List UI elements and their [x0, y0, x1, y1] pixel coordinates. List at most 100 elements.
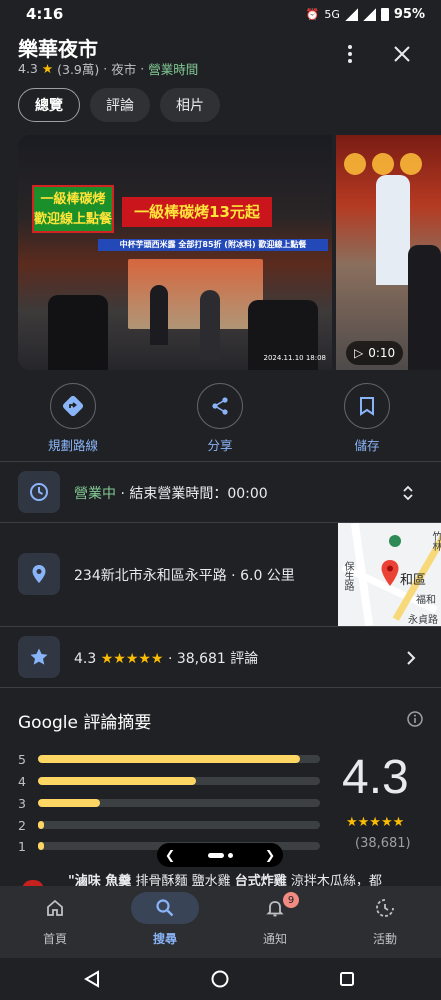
- share-label: 分享: [207, 438, 233, 453]
- directions-button[interactable]: 規劃路線: [28, 383, 118, 454]
- place-title: 樂華夜市: [18, 37, 98, 61]
- alarm-icon: ⏰: [305, 7, 320, 21]
- rating-bar-row[interactable]: 4: [18, 773, 320, 789]
- play-icon: ▷: [354, 346, 364, 360]
- address-distance: 6.0 公里: [240, 568, 295, 584]
- close-icon[interactable]: [390, 42, 414, 66]
- rating-bar-track: [38, 799, 320, 807]
- transit-icon: [388, 533, 402, 552]
- nav-notifications-label: 通知: [262, 932, 287, 946]
- tab-photos[interactable]: 相片: [160, 88, 220, 122]
- rating-bar-label: 3: [18, 795, 26, 811]
- map-label: 福和: [416, 595, 436, 606]
- save-button[interactable]: 儲存: [322, 383, 412, 454]
- separator-dot: ·: [116, 486, 130, 502]
- reviews-text: 4.3 ★★★★★ · 38,681 評論: [74, 648, 258, 668]
- photo-video[interactable]: [336, 135, 441, 370]
- battery-icon: [380, 7, 389, 21]
- rating-bar-row[interactable]: 5: [18, 751, 320, 767]
- expand-icon[interactable]: [402, 484, 414, 506]
- hours-text: 營業中 · 結束營業時間：00:00: [74, 483, 268, 503]
- address-line: 234新北市永和區永平路: [74, 568, 227, 584]
- chevron-left-icon[interactable]: ❮: [165, 848, 175, 862]
- recents-icon[interactable]: [333, 965, 361, 993]
- pager-dot-active: [207, 852, 224, 858]
- separator-dot: ·: [167, 651, 177, 667]
- rating-bar-label: 4: [18, 773, 26, 789]
- nav-search-label: 搜尋: [152, 932, 177, 946]
- photo-person: [200, 290, 220, 360]
- photo-lantern: [372, 153, 394, 175]
- bookmark-icon: [344, 383, 390, 429]
- nav-home-label: 首頁: [42, 932, 67, 946]
- nav-activity[interactable]: 活動: [330, 886, 440, 947]
- chevron-right-icon[interactable]: [406, 650, 416, 669]
- clock-icon: [18, 471, 60, 513]
- rating-bar-fill: [38, 821, 44, 829]
- tab-overview[interactable]: 總覽: [18, 88, 80, 122]
- rating-bar-track: [38, 821, 320, 829]
- divider: [0, 687, 441, 688]
- star-icon: ★: [41, 61, 54, 76]
- info-icon[interactable]: [407, 711, 423, 731]
- chevron-right-icon[interactable]: ❯: [265, 848, 275, 862]
- separator-dot: ·: [103, 61, 108, 76]
- place-review-count: (3.9萬): [57, 62, 100, 77]
- reviews-row[interactable]: 4.3 ★★★★★ · 38,681 評論: [0, 627, 441, 687]
- photo-stall: [128, 259, 263, 329]
- reviews-count: 38,681 評論: [176, 651, 259, 667]
- photo-person: [408, 245, 441, 370]
- nav-home[interactable]: 首頁: [0, 886, 110, 947]
- signal-icon-2: [362, 7, 376, 21]
- home-button-icon[interactable]: [206, 965, 234, 993]
- carousel-pager[interactable]: ❮ ❯: [157, 843, 283, 867]
- star-icon: [18, 636, 60, 678]
- nav-notifications[interactable]: 9 通知: [220, 886, 330, 947]
- photo-main[interactable]: 一級棒碳烤 歡迎線上點餐 一級棒碳烤13元起 中杯芋頭西米露 全部打85折 (附…: [18, 135, 332, 370]
- status-icons: ⏰ 5G 95%: [306, 7, 425, 22]
- hours-detail: 結束營業時間：00:00: [129, 486, 268, 502]
- rating-bar-track: [38, 755, 320, 763]
- rating-bar-label: 2: [18, 817, 26, 833]
- nav-activity-label: 活動: [372, 932, 397, 946]
- photo-person: [150, 285, 168, 345]
- photo-lantern: [400, 153, 422, 175]
- place-open-state[interactable]: 營業時間: [148, 59, 198, 78]
- rating-bar-fill: [38, 842, 44, 850]
- share-button[interactable]: 分享: [175, 383, 265, 454]
- tab-reviews[interactable]: 評論: [90, 88, 150, 122]
- directions-icon: [50, 383, 96, 429]
- place-rating: 4.3: [18, 61, 38, 76]
- rating-bar-row[interactable]: 2: [18, 817, 320, 833]
- bell-icon: [241, 892, 309, 924]
- separator-dot: ·: [226, 568, 241, 584]
- rating-stars: ★★★★★: [100, 651, 164, 667]
- home-icon: [21, 892, 89, 924]
- nav-search[interactable]: 搜尋: [110, 886, 220, 947]
- map-thumbnail[interactable]: 保生路 和區 竹林 福和 永貞路: [338, 523, 441, 626]
- location-pin-icon: [18, 553, 60, 595]
- rating-bar-row[interactable]: 3: [18, 795, 320, 811]
- rating-bar-label: 1: [18, 838, 26, 854]
- bottom-navigation: 首頁 搜尋 9 通知 活動: [0, 886, 441, 958]
- photo-lantern: [344, 153, 366, 175]
- share-icon: [197, 383, 243, 429]
- rating-bar-fill: [38, 799, 101, 807]
- activity-icon: [351, 892, 419, 924]
- map-label: 保生路: [342, 561, 353, 591]
- battery-percent: 95%: [393, 6, 425, 22]
- summary-rating: 4.3: [342, 751, 409, 804]
- save-label: 儲存: [354, 438, 380, 453]
- photo-sign-strip: 中杯芋頭西米露 全部打85折 (附冰料) 歡迎線上點餐: [98, 239, 328, 251]
- back-icon[interactable]: [78, 965, 106, 993]
- map-label: 和區: [400, 573, 427, 588]
- map-label: 永貞路: [408, 615, 438, 626]
- photo-sign-main: 一級棒碳烤13元起: [122, 197, 272, 227]
- more-options-icon[interactable]: [338, 42, 362, 66]
- notification-badge: 9: [283, 892, 299, 908]
- system-navigation: [0, 958, 441, 1000]
- rating-bar-fill: [38, 777, 196, 785]
- photo-person: [376, 175, 410, 285]
- hours-row[interactable]: 營業中 · 結束營業時間：00:00: [0, 462, 441, 522]
- summary-stars: ★★★★★: [346, 815, 405, 830]
